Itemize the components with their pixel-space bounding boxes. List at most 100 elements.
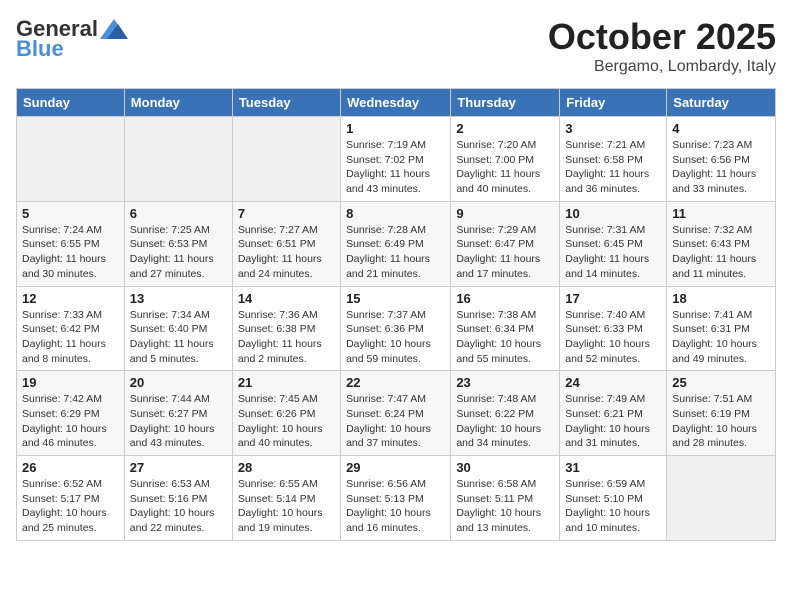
day-cell-26: 26Sunrise: 6:52 AMSunset: 5:17 PMDayligh… — [17, 456, 125, 541]
empty-cell — [667, 456, 776, 541]
day-info: Sunrise: 7:37 AMSunset: 6:36 PMDaylight:… — [346, 308, 445, 367]
day-cell-30: 30 Sunrise: 6:58 AMSunset: 5:11 PMDayligh… — [451, 456, 560, 541]
day-number: 19 — [22, 375, 119, 390]
week-row-1: 1Sunrise: 7:19 AMSunset: 7:02 PMDaylight… — [17, 117, 776, 202]
weekday-header-tuesday: Tuesday — [232, 89, 340, 117]
day-number: 18 — [672, 291, 770, 306]
day-info: Sunrise: 7:45 AMSunset: 6:26 PMDaylight:… — [238, 392, 335, 451]
day-info: Sunrise: 7:19 AMSunset: 7:02 PMDaylight:… — [346, 138, 445, 197]
day-number: 28 — [238, 460, 335, 475]
day-number: 2 — [456, 121, 554, 136]
day-cell-10: 10Sunrise: 7:31 AMSunset: 6:45 PMDayligh… — [560, 201, 667, 286]
day-cell-27: 27 Sunrise: 6:53 AMSunset: 5:16 PMDayligh… — [124, 456, 232, 541]
day-number: 4 — [672, 121, 770, 136]
day-cell-18: 18 Sunrise: 7:41 AMSunset: 6:31 PMDayligh… — [667, 286, 776, 371]
day-cell-25: 25 Sunrise: 7:51 AMSunset: 6:19 PMDayligh… — [667, 371, 776, 456]
day-cell-16: 16Sunrise: 7:38 AMSunset: 6:34 PMDayligh… — [451, 286, 560, 371]
day-cell-22: 22 Sunrise: 7:47 AMSunset: 6:24 PMDayligh… — [341, 371, 451, 456]
day-info: Sunrise: 7:47 AMSunset: 6:24 PMDaylight:… — [346, 392, 445, 451]
day-cell-11: 11Sunrise: 7:32 AMSunset: 6:43 PMDayligh… — [667, 201, 776, 286]
day-number: 30 — [456, 460, 554, 475]
day-info: Sunrise: 7:31 AMSunset: 6:45 PMDaylight:… — [565, 223, 661, 282]
day-number: 11 — [672, 206, 770, 221]
day-info: Sunrise: 7:36 AMSunset: 6:38 PMDaylight:… — [238, 308, 335, 367]
day-cell-13: 13 Sunrise: 7:34 AMSunset: 6:40 PMDayligh… — [124, 286, 232, 371]
logo-blue-text: Blue — [16, 36, 64, 62]
logo: General Blue — [16, 16, 128, 62]
day-info: Sunrise: 7:20 AMSunset: 7:00 PMDaylight:… — [456, 138, 554, 197]
day-info: Sunrise: 6:53 AMSunset: 5:16 PMDaylight:… — [130, 477, 227, 536]
day-info: Sunrise: 6:58 AMSunset: 5:11 PMDaylight:… — [456, 477, 554, 536]
day-info: Sunrise: 6:56 AMSunset: 5:13 PMDaylight:… — [346, 477, 445, 536]
day-info: Sunrise: 7:44 AMSunset: 6:27 PMDaylight:… — [130, 392, 227, 451]
day-number: 25 — [672, 375, 770, 390]
day-info: Sunrise: 7:33 AMSunset: 6:42 PMDaylight:… — [22, 308, 119, 367]
day-number: 5 — [22, 206, 119, 221]
day-info: Sunrise: 7:21 AMSunset: 6:58 PMDaylight:… — [565, 138, 661, 197]
calendar: SundayMondayTuesdayWednesdayThursdayFrid… — [16, 88, 776, 541]
day-info: Sunrise: 7:40 AMSunset: 6:33 PMDaylight:… — [565, 308, 661, 367]
day-number: 24 — [565, 375, 661, 390]
empty-cell — [124, 117, 232, 202]
day-cell-2: 2 Sunrise: 7:20 AMSunset: 7:00 PMDaylight… — [451, 117, 560, 202]
day-number: 23 — [456, 375, 554, 390]
day-number: 8 — [346, 206, 445, 221]
day-cell-17: 17Sunrise: 7:40 AMSunset: 6:33 PMDayligh… — [560, 286, 667, 371]
day-number: 12 — [22, 291, 119, 306]
day-info: Sunrise: 6:52 AMSunset: 5:17 PMDaylight:… — [22, 477, 119, 536]
day-number: 29 — [346, 460, 445, 475]
day-cell-29: 29 Sunrise: 6:56 AMSunset: 5:13 PMDayligh… — [341, 456, 451, 541]
week-row-2: 5Sunrise: 7:24 AMSunset: 6:55 PMDaylight… — [17, 201, 776, 286]
day-cell-5: 5Sunrise: 7:24 AMSunset: 6:55 PMDaylight… — [17, 201, 125, 286]
day-number: 13 — [130, 291, 227, 306]
day-cell-8: 8 Sunrise: 7:28 AMSunset: 6:49 PMDaylight… — [341, 201, 451, 286]
day-number: 27 — [130, 460, 227, 475]
day-cell-28: 28Sunrise: 6:55 AMSunset: 5:14 PMDayligh… — [232, 456, 340, 541]
weekday-header-saturday: Saturday — [667, 89, 776, 117]
day-number: 22 — [346, 375, 445, 390]
day-number: 15 — [346, 291, 445, 306]
location: Bergamo, Lombardy, Italy — [548, 58, 776, 76]
weekday-header-sunday: Sunday — [17, 89, 125, 117]
day-number: 20 — [130, 375, 227, 390]
day-cell-23: 23 Sunrise: 7:48 AMSunset: 6:22 PMDayligh… — [451, 371, 560, 456]
empty-cell — [17, 117, 125, 202]
weekday-header-monday: Monday — [124, 89, 232, 117]
day-info: Sunrise: 7:49 AMSunset: 6:21 PMDaylight:… — [565, 392, 661, 451]
empty-cell — [232, 117, 340, 202]
day-info: Sunrise: 7:27 AMSunset: 6:51 PMDaylight:… — [238, 223, 335, 282]
day-info: Sunrise: 6:59 AMSunset: 5:10 PMDaylight:… — [565, 477, 661, 536]
day-number: 6 — [130, 206, 227, 221]
day-cell-3: 3 Sunrise: 7:21 AMSunset: 6:58 PMDaylight… — [560, 117, 667, 202]
day-cell-14: 14 Sunrise: 7:36 AMSunset: 6:38 PMDayligh… — [232, 286, 340, 371]
week-row-5: 26Sunrise: 6:52 AMSunset: 5:17 PMDayligh… — [17, 456, 776, 541]
month-title: October 2025 — [548, 16, 776, 58]
day-number: 21 — [238, 375, 335, 390]
day-cell-7: 7 Sunrise: 7:27 AMSunset: 6:51 PMDaylight… — [232, 201, 340, 286]
day-info: Sunrise: 7:28 AMSunset: 6:49 PMDaylight:… — [346, 223, 445, 282]
day-info: Sunrise: 7:23 AMSunset: 6:56 PMDaylight:… — [672, 138, 770, 197]
day-cell-21: 21 Sunrise: 7:45 AMSunset: 6:26 PMDayligh… — [232, 371, 340, 456]
logo-icon — [100, 19, 128, 39]
day-number: 31 — [565, 460, 661, 475]
day-cell-15: 15 Sunrise: 7:37 AMSunset: 6:36 PMDayligh… — [341, 286, 451, 371]
day-info: Sunrise: 7:51 AMSunset: 6:19 PMDaylight:… — [672, 392, 770, 451]
day-cell-20: 20 Sunrise: 7:44 AMSunset: 6:27 PMDayligh… — [124, 371, 232, 456]
day-cell-31: 31 Sunrise: 6:59 AMSunset: 5:10 PMDayligh… — [560, 456, 667, 541]
day-cell-4: 4 Sunrise: 7:23 AMSunset: 6:56 PMDaylight… — [667, 117, 776, 202]
day-number: 14 — [238, 291, 335, 306]
day-info: Sunrise: 7:41 AMSunset: 6:31 PMDaylight:… — [672, 308, 770, 367]
week-row-3: 12 Sunrise: 7:33 AMSunset: 6:42 PMDayligh… — [17, 286, 776, 371]
day-cell-12: 12 Sunrise: 7:33 AMSunset: 6:42 PMDayligh… — [17, 286, 125, 371]
day-cell-6: 6Sunrise: 7:25 AMSunset: 6:53 PMDaylight… — [124, 201, 232, 286]
day-number: 7 — [238, 206, 335, 221]
weekday-header-row: SundayMondayTuesdayWednesdayThursdayFrid… — [17, 89, 776, 117]
day-number: 16 — [456, 291, 554, 306]
day-cell-9: 9Sunrise: 7:29 AMSunset: 6:47 PMDaylight… — [451, 201, 560, 286]
weekday-header-wednesday: Wednesday — [341, 89, 451, 117]
weekday-header-thursday: Thursday — [451, 89, 560, 117]
day-info: Sunrise: 7:34 AMSunset: 6:40 PMDaylight:… — [130, 308, 227, 367]
day-info: Sunrise: 7:48 AMSunset: 6:22 PMDaylight:… — [456, 392, 554, 451]
day-number: 3 — [565, 121, 661, 136]
day-info: Sunrise: 7:42 AMSunset: 6:29 PMDaylight:… — [22, 392, 119, 451]
